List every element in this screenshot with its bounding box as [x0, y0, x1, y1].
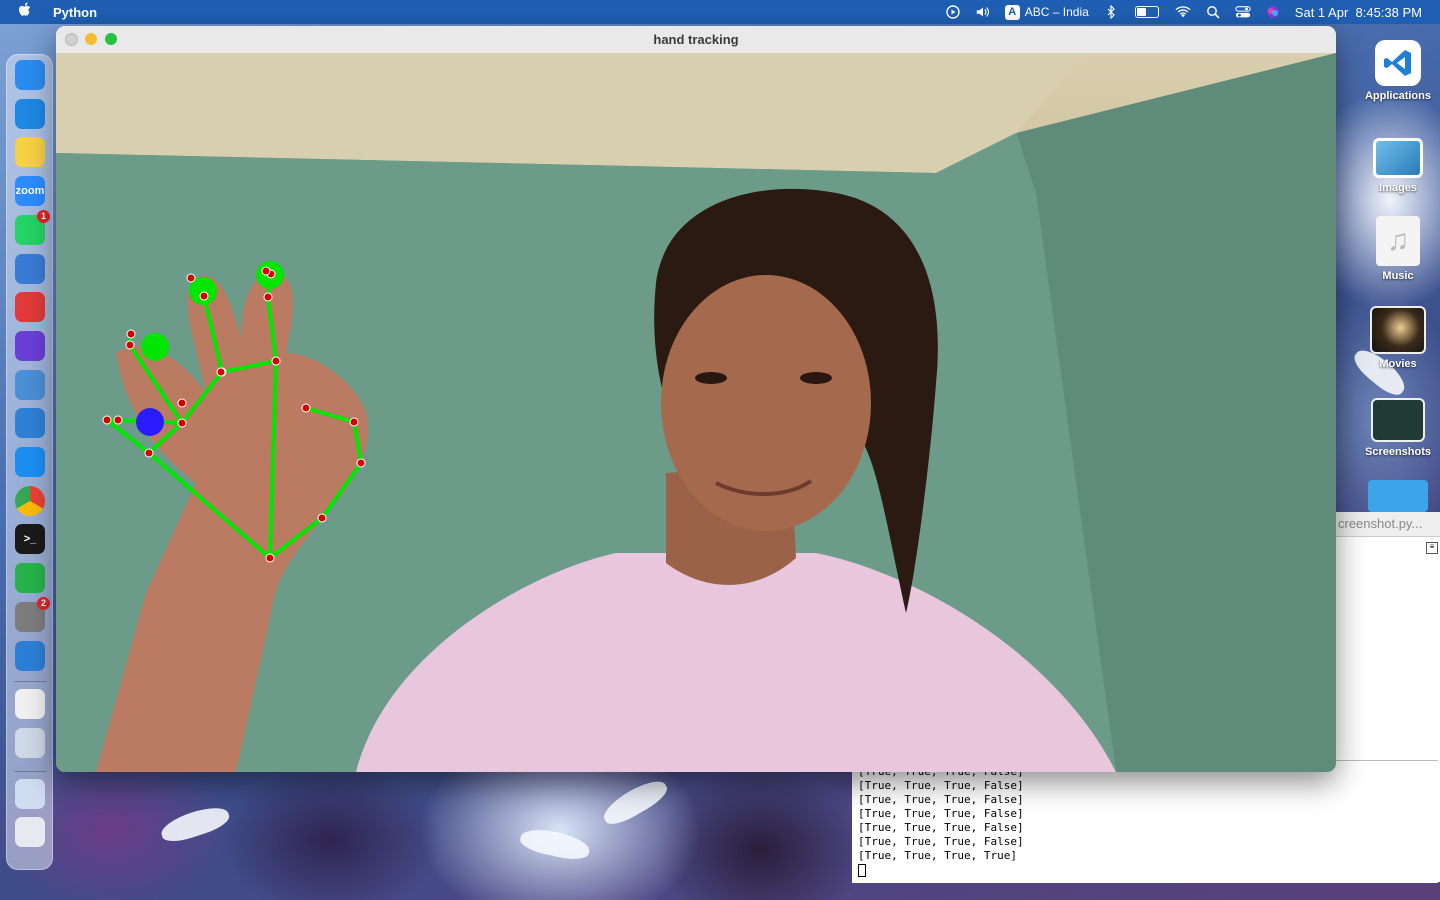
dock-vscode-icon[interactable] [15, 408, 45, 439]
terminal-line: [True, True, True, False] [858, 793, 1024, 806]
panel-menu-icon[interactable]: ≡ [1426, 542, 1438, 554]
hand-landmark-point [265, 553, 275, 563]
desktop-icon-applications[interactable]: Applications [1358, 40, 1438, 102]
hand-landmark-point [177, 398, 187, 408]
hand-landmark-point [102, 415, 112, 425]
hand-landmark-point [144, 448, 154, 458]
desktop-icon-label: Applications [1364, 90, 1431, 102]
dock-system-preferences-icon[interactable]: 2 [15, 596, 50, 632]
desktop-icon-label: Music [1382, 270, 1414, 282]
desktop-icon-label: Movies [1379, 358, 1417, 370]
dock-imovie-icon[interactable] [15, 330, 45, 361]
input-source-badge: A [1004, 4, 1020, 20]
dock-photo-booth-icon[interactable] [15, 292, 45, 323]
dock-finder-icon[interactable] [15, 60, 45, 90]
dock-whatsapp-icon[interactable]: 1 [15, 209, 50, 245]
desktop-icon-label: Images [1379, 182, 1417, 194]
terminal-line: [True, True, True, True] [858, 849, 1017, 862]
battery-icon[interactable] [1133, 5, 1161, 19]
dock-notes-icon[interactable] [15, 137, 45, 168]
movies-icon [1370, 306, 1426, 354]
hand-landmark-point [113, 415, 123, 425]
webcam-frame [56, 53, 1336, 772]
editor-tab[interactable]: creenshot.py... [1336, 512, 1440, 537]
apple-icon[interactable] [18, 2, 34, 22]
screen-record-icon[interactable] [945, 5, 961, 19]
input-source-label: ABC – India [1024, 5, 1089, 19]
dock-chrome-icon[interactable] [15, 485, 45, 516]
terminal-output[interactable]: [True, True, True, False] [True, True, T… [852, 760, 1438, 883]
hand-landmark-point [301, 403, 311, 413]
dock-safari-icon[interactable] [15, 98, 45, 129]
dock: zoom 1 >_ 2 [6, 54, 53, 870]
dock-downloads-stack-icon[interactable] [15, 778, 45, 809]
spotlight-icon[interactable] [1205, 5, 1221, 19]
hand-landmark-point [199, 291, 209, 301]
images-icon [1373, 138, 1423, 178]
dock-messages-icon[interactable] [15, 563, 45, 594]
menu-clock[interactable]: Sat 1 Apr 8:45:38 PM [1295, 5, 1422, 20]
wallpaper-bird [158, 801, 232, 847]
notification-badge: 1 [37, 209, 50, 223]
hand-landmark-point [125, 340, 135, 350]
terminal-line: [True, True, True, False] [858, 807, 1024, 820]
dock-zoom-icon[interactable]: zoom [15, 176, 45, 207]
hand-landmark-point [216, 367, 226, 377]
desktop-icon-label: Screenshots [1364, 446, 1432, 458]
dock-app-store-icon[interactable] [15, 447, 45, 477]
control-center-icon[interactable] [1235, 5, 1251, 19]
dock-separator [14, 770, 46, 772]
volume-icon[interactable] [975, 5, 991, 19]
window-title: hand tracking [653, 32, 739, 47]
hand-landmark-point [186, 273, 196, 283]
notification-badge: 2 [37, 596, 50, 610]
siri-icon[interactable] [1265, 5, 1281, 19]
music-icon: ♫ [1376, 216, 1420, 266]
hand-landmark-point [349, 417, 359, 427]
hand-landmark-point [177, 418, 187, 428]
desktop-icon-movies[interactable]: Movies [1358, 306, 1438, 370]
vscode-icon [1375, 40, 1421, 86]
window-titlebar[interactable]: hand tracking [56, 26, 1336, 54]
desktop-icon-images[interactable]: Images [1358, 132, 1438, 194]
hand-landmark-point [126, 329, 136, 339]
hand-landmark-point [263, 292, 273, 302]
thumb-tip-marker [136, 408, 164, 436]
wifi-icon[interactable] [1175, 5, 1191, 19]
wallpaper-bird [518, 824, 592, 864]
terminal-text: [True, True, True, False] [True, True, T… [852, 761, 1438, 877]
hand-landmark-point [271, 356, 281, 366]
terminal-line: [True, True, True, False] [858, 821, 1024, 834]
dock-preview-icon[interactable] [15, 369, 45, 400]
screenshots-icon [1371, 398, 1425, 442]
desktop-icon-music[interactable]: ♫ Music [1358, 216, 1438, 282]
dock-game-icon[interactable] [15, 640, 45, 671]
hand-landmark-point [317, 513, 327, 523]
menu-app-name[interactable]: Python [53, 5, 97, 20]
webcam-feed [56, 53, 1336, 772]
dock-separator [14, 681, 46, 683]
terminal-line: [True, True, True, False] [858, 835, 1024, 848]
dock-rocket-app-icon[interactable] [15, 727, 45, 758]
dock-quicktime-icon[interactable] [15, 253, 45, 284]
hand-tracking-window: hand tracking [56, 26, 1336, 772]
folder-icon[interactable] [1368, 480, 1428, 512]
dock-trash-icon[interactable] [15, 817, 45, 848]
dock-terminal-icon[interactable]: >_ [15, 524, 45, 555]
hand-landmark-point [356, 458, 366, 468]
desktop-icon-screenshots[interactable]: Screenshots [1358, 398, 1438, 458]
terminal-line: [True, True, True, False] [858, 779, 1024, 792]
bluetooth-icon[interactable] [1103, 5, 1119, 19]
input-source-menu[interactable]: A ABC – India [1004, 4, 1089, 20]
terminal-cursor [858, 863, 866, 877]
menu-bar: Python A ABC – India Sat 1 Apr 8:45:38 P… [0, 0, 1440, 24]
fingertip-marker [141, 333, 169, 361]
dock-python-launcher-icon[interactable] [15, 689, 45, 720]
wallpaper-bird [598, 774, 672, 830]
hand-landmark-point [261, 266, 271, 276]
